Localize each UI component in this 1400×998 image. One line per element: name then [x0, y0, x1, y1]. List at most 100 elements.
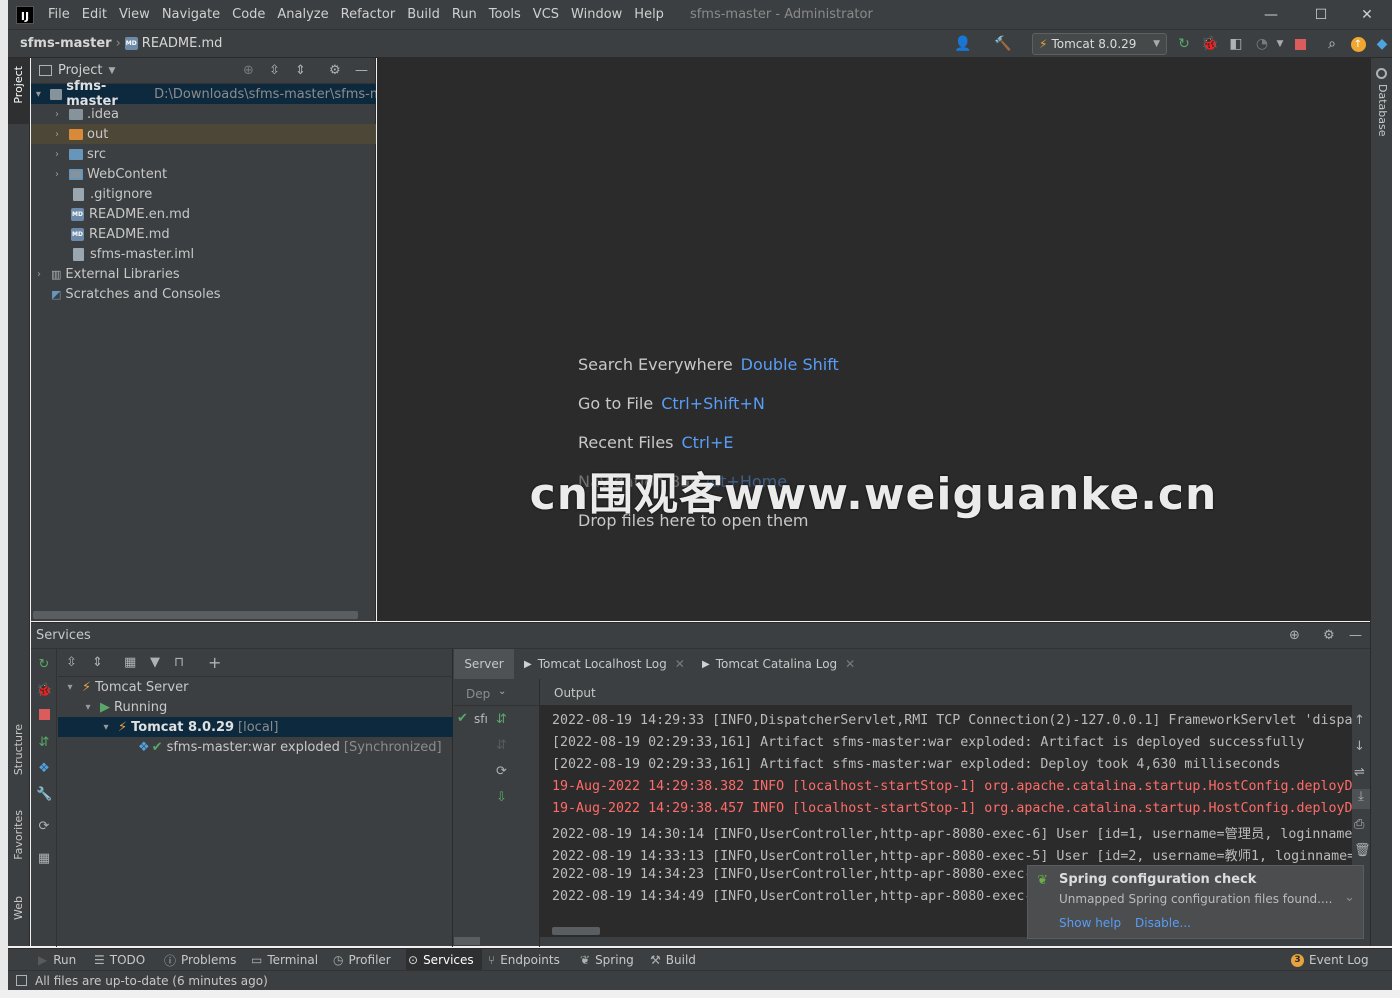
tree-item-idea[interactable]: › .idea [31, 104, 376, 124]
tree-item-artifact[interactable]: ❖ ✔ sfms-master:war exploded [Synchroniz… [58, 737, 453, 757]
chevron-down-icon[interactable]: ▾ [33, 89, 44, 100]
debug-icon[interactable]: 🐞 [36, 683, 52, 699]
tool-tab-terminal[interactable]: ▭ Terminal [251, 949, 318, 971]
tree-item-src[interactable]: › src [31, 144, 376, 164]
rerun-icon[interactable]: ↻ [36, 657, 52, 673]
scroll-down-icon[interactable]: ↓ [1354, 739, 1365, 754]
coverage-icon[interactable]: ◧ [1226, 34, 1246, 54]
refresh-icon[interactable]: ⟳ [36, 819, 52, 835]
build-hammer-icon[interactable]: 🔨 [993, 34, 1013, 54]
chevron-down-icon[interactable]: ▼ [108, 66, 115, 76]
tree-item-readme-en[interactable]: MD README.en.md [31, 204, 376, 224]
tool-tab-build[interactable]: ⚒ Build [650, 949, 696, 971]
disable-link[interactable]: Disable... [1135, 916, 1191, 930]
expand-chevron-icon[interactable]: ⌄ [1344, 890, 1355, 905]
menu-run[interactable]: Run [446, 0, 483, 30]
chevron-down-icon[interactable]: ▾ [64, 682, 76, 693]
favorites-tool-label[interactable]: Favorites [12, 810, 25, 860]
menu-window[interactable]: Window [565, 0, 628, 30]
menu-edit[interactable]: Edit [76, 0, 113, 30]
menu-file[interactable]: File [42, 0, 76, 30]
stop-icon[interactable] [1290, 34, 1310, 54]
artifact-icon[interactable]: ❖ [36, 761, 52, 777]
tree-root-row[interactable]: ▾ sfms-master D:\Downloads\sfms-master\s… [31, 79, 376, 109]
chevron-right-icon[interactable]: › [51, 169, 63, 180]
tree-item-tomcat-server[interactable]: ▾ ⚡ Tomcat Server [58, 677, 453, 697]
deployment-item[interactable]: sfı [474, 712, 488, 726]
debug-icon[interactable]: 🐞 [1200, 34, 1220, 54]
more-run-chevron-icon[interactable]: ▼ [1270, 34, 1290, 54]
expand-all-icon[interactable]: ⇳ [66, 655, 77, 670]
chevron-down-icon[interactable]: ⌄ [498, 686, 506, 697]
close-tab-icon[interactable]: ✕ [675, 657, 685, 671]
web-tool-label[interactable]: Web [12, 896, 25, 920]
menu-help[interactable]: Help [628, 0, 670, 30]
close-tab-icon[interactable]: ✕ [845, 657, 855, 671]
menu-refactor[interactable]: Refactor [335, 0, 402, 30]
minimize-button[interactable]: — [1248, 0, 1294, 30]
deploy-icon[interactable]: ⇵ [496, 712, 507, 727]
profile-icon[interactable]: ◔ [1252, 34, 1272, 54]
wrench-icon[interactable]: 🔧 [36, 787, 52, 803]
update-app-icon[interactable]: ⇩ [496, 790, 507, 805]
maximize-button[interactable]: ☐ [1298, 0, 1344, 30]
user-icon[interactable]: 👤 [953, 34, 973, 54]
expand-all-icon[interactable]: ⇳ [269, 63, 280, 78]
search-icon[interactable]: ⌕ [1322, 34, 1342, 54]
tab-localhost-log[interactable]: ▶ Tomcat Localhost Log ✕ [524, 649, 685, 679]
tree-item-readme[interactable]: MD README.md [31, 224, 376, 244]
settings-gear-icon[interactable]: ⚙ [1323, 628, 1335, 643]
settings-gear-icon[interactable]: ⚙ [329, 63, 341, 78]
locate-icon[interactable]: ⊕ [1289, 628, 1300, 643]
breadcrumb-project[interactable]: sfms-master [20, 36, 112, 51]
horizontal-scrollbar[interactable] [33, 611, 358, 619]
scroll-up-icon[interactable]: ↑ [1354, 713, 1365, 728]
menu-navigate[interactable]: Navigate [156, 0, 226, 30]
project-tool-label[interactable]: Project [12, 66, 25, 104]
tree-item-running[interactable]: ▾ ▶ Running [58, 697, 453, 717]
chevron-right-icon[interactable]: › [51, 129, 63, 140]
tree-item-tomcat-instance[interactable]: ▾ ⚡ Tomcat 8.0.29 [local] [58, 717, 453, 737]
stop-icon[interactable] [36, 709, 52, 725]
tool-tab-run[interactable]: ▶ Run [38, 949, 76, 971]
scroll-to-end-icon[interactable]: ⤓ [1352, 789, 1370, 809]
tree-item-out[interactable]: › out [31, 124, 376, 144]
deploy-icon[interactable]: ⇵ [36, 735, 52, 751]
tab-server[interactable]: Server [454, 649, 514, 679]
menu-view[interactable]: View [113, 0, 156, 30]
hide-panel-icon[interactable]: — [1349, 628, 1362, 643]
tool-tab-services[interactable]: ⊙ Services [406, 949, 482, 971]
layout-icon[interactable]: ▦ [36, 851, 52, 867]
tree-item-gitignore[interactable]: .gitignore [31, 184, 376, 204]
print-icon[interactable]: ⎙ [1354, 817, 1364, 832]
menu-build[interactable]: Build [401, 0, 446, 30]
undeploy-icon[interactable]: ⇵ [496, 738, 507, 753]
menu-tools[interactable]: Tools [483, 0, 527, 30]
menu-code[interactable]: Code [226, 0, 271, 30]
rerun-icon[interactable]: ↻ [1174, 34, 1194, 54]
chevron-right-icon[interactable]: › [33, 269, 45, 280]
hide-panel-icon[interactable]: — [355, 63, 368, 78]
status-toggle-icon[interactable] [16, 975, 27, 986]
update-icon[interactable]: ↑ [1348, 34, 1368, 54]
collapse-all-icon[interactable]: ⇕ [295, 63, 306, 78]
chevron-down-icon[interactable]: ▾ [82, 702, 94, 713]
database-tool-label[interactable]: Database [1376, 84, 1389, 137]
tree-item-external-libraries[interactable]: › ▥ External Libraries [31, 264, 376, 284]
menu-analyze[interactable]: Analyze [271, 0, 334, 30]
locate-icon[interactable]: ⊕ [243, 63, 254, 78]
project-panel-title[interactable]: Project [58, 63, 102, 78]
tree-item-webcontent[interactable]: › WebContent [31, 164, 376, 184]
chevron-down-icon[interactable]: ▾ [100, 722, 112, 733]
plugin-logo-icon[interactable]: ◆ [1372, 34, 1392, 54]
tool-tab-endpoints[interactable]: ⑂ Endpoints [488, 949, 560, 971]
horizontal-scrollbar[interactable] [454, 937, 480, 945]
menu-vcs[interactable]: VCS [527, 0, 565, 30]
chevron-right-icon[interactable]: › [51, 149, 63, 160]
collapse-all-icon[interactable]: ⇕ [92, 655, 103, 670]
new-tab-icon[interactable]: ⊓ [174, 655, 184, 670]
add-service-icon[interactable]: + [208, 653, 221, 672]
run-configuration-select[interactable]: ⚡ Tomcat 8.0.29 ▼ [1032, 33, 1167, 55]
structure-tool-label[interactable]: Structure [12, 724, 25, 775]
tool-tab-profiler[interactable]: ◷ Profiler [333, 949, 391, 971]
